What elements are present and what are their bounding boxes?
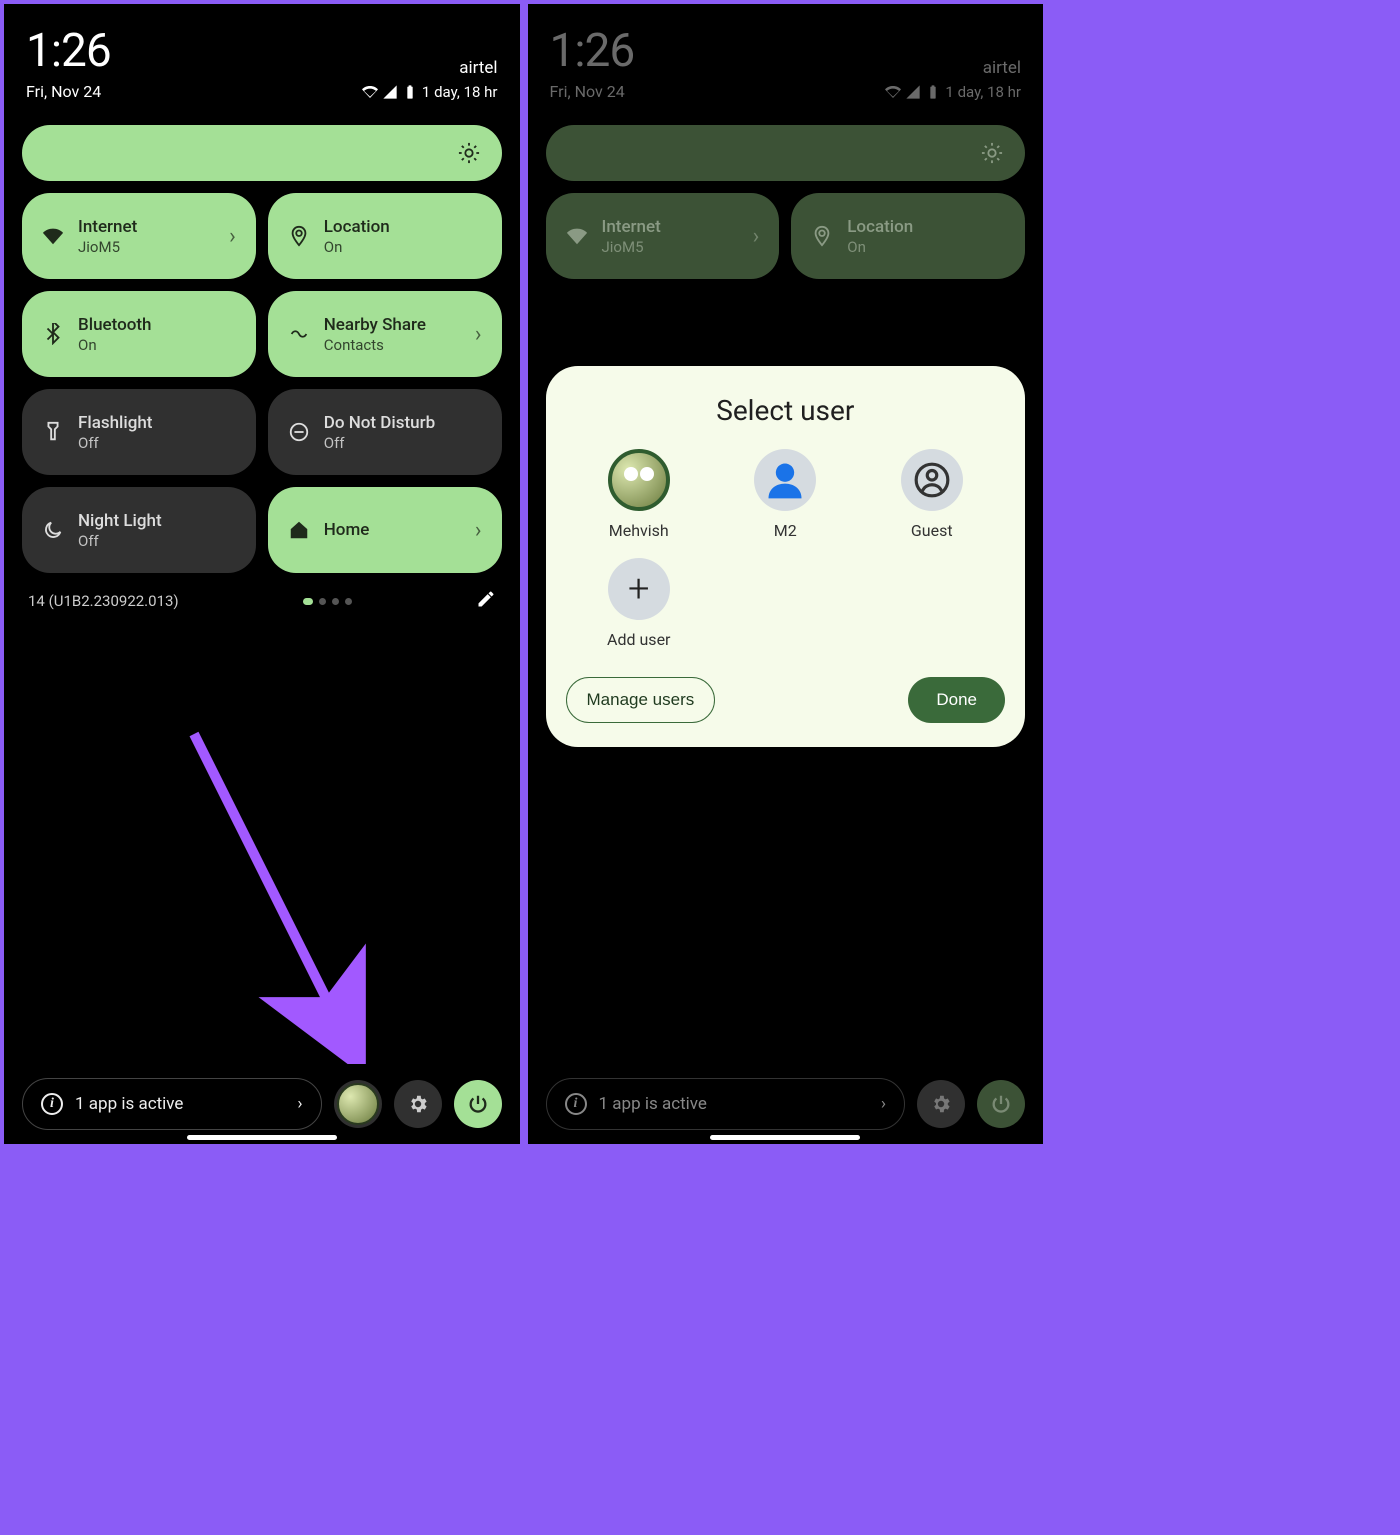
dialog-title: Select user	[566, 394, 1006, 427]
status-icons: 1 day, 18 hr	[885, 83, 1021, 101]
battery-icon	[402, 84, 418, 100]
power-button[interactable]	[454, 1080, 502, 1128]
status-icons: 1 day, 18 hr	[362, 83, 498, 101]
user-option-mehvish[interactable]: Mehvish	[566, 449, 711, 540]
plus-icon: +	[608, 558, 670, 620]
tile-internet[interactable]: InternetJioM5 ›	[22, 193, 256, 279]
battery-icon	[925, 84, 941, 100]
build-string: 14 (U1B2.230922.013)	[28, 592, 179, 610]
tile-dnd[interactable]: Do Not DisturbOff	[268, 389, 502, 475]
wifi-icon	[42, 225, 64, 247]
moon-icon	[42, 519, 64, 541]
gear-icon	[407, 1093, 429, 1115]
guest-icon	[901, 449, 963, 511]
select-user-dialog: Select user Mehvish M2 Guest + Add user …	[546, 366, 1026, 747]
wifi-icon	[362, 84, 378, 100]
page-indicator	[303, 598, 352, 605]
date-label: Fri, Nov 24	[26, 82, 101, 101]
brightness-icon	[981, 142, 1003, 164]
status-header: 1:26 airtel Fri, Nov 24 1 day, 18 hr	[546, 4, 1026, 109]
tile-nearby-share[interactable]: Nearby ShareContacts ›	[268, 291, 502, 377]
tile-bluetooth[interactable]: BluetoothOn	[22, 291, 256, 377]
gear-icon	[930, 1093, 952, 1115]
user-label: Guest	[911, 521, 953, 540]
tile-value: JioM5	[78, 238, 215, 256]
user-option-guest[interactable]: Guest	[859, 449, 1004, 540]
status-header: 1:26 airtel Fri, Nov 24 1 day, 18 hr	[22, 4, 502, 109]
active-apps-label: 1 app is active	[599, 1094, 869, 1114]
phone-screenshot-right: 1:26 airtel Fri, Nov 24 1 day, 18 hr Int…	[526, 2, 1046, 1146]
flashlight-icon	[42, 421, 64, 443]
brightness-slider	[546, 125, 1026, 181]
edit-tiles-button[interactable]	[476, 589, 496, 613]
info-icon: i	[565, 1093, 587, 1115]
tile-title: Internet	[78, 216, 215, 238]
power-button	[977, 1080, 1025, 1128]
signal-icon	[382, 84, 398, 100]
quick-settings-tiles: InternetJioM5 › LocationOn	[546, 193, 1026, 279]
qs-footer: i 1 app is active ›	[546, 1078, 1026, 1130]
user-switcher-button[interactable]	[334, 1080, 382, 1128]
user-label: Add user	[607, 630, 670, 649]
annotation-arrow	[184, 724, 384, 1064]
qs-footer: i 1 app is active ›	[22, 1078, 502, 1130]
bluetooth-icon	[42, 323, 64, 345]
phone-screenshot-left: 1:26 airtel Fri, Nov 24 1 day, 18 hr Int…	[2, 2, 522, 1146]
add-user-button[interactable]: + Add user	[566, 558, 711, 649]
brightness-icon	[458, 142, 480, 164]
home-icon	[288, 519, 310, 541]
chevron-right-icon: ›	[881, 1094, 886, 1114]
user-option-m2[interactable]: M2	[713, 449, 858, 540]
chevron-right-icon: ›	[475, 518, 482, 543]
wifi-icon	[566, 225, 588, 247]
brightness-slider[interactable]	[22, 125, 502, 181]
carrier-label: airtel	[983, 58, 1021, 78]
avatar-icon	[337, 1083, 379, 1125]
dnd-icon	[288, 421, 310, 443]
signal-icon	[905, 84, 921, 100]
chevron-right-icon: ›	[475, 322, 482, 347]
tile-internet: InternetJioM5 ›	[546, 193, 780, 279]
tile-location: LocationOn	[791, 193, 1025, 279]
active-apps-chip: i 1 app is active ›	[546, 1078, 906, 1130]
location-icon	[288, 225, 310, 247]
clock: 1:26	[550, 24, 635, 78]
avatar-icon	[608, 449, 670, 511]
tile-flashlight[interactable]: FlashlightOff	[22, 389, 256, 475]
tile-location[interactable]: LocationOn	[268, 193, 502, 279]
nav-handle[interactable]	[187, 1135, 337, 1140]
settings-button[interactable]	[394, 1080, 442, 1128]
avatar-icon	[754, 449, 816, 511]
location-icon	[811, 225, 833, 247]
quick-settings-tiles: InternetJioM5 › LocationOn BluetoothOn N…	[22, 193, 502, 573]
build-info-row: 14 (U1B2.230922.013)	[22, 573, 502, 613]
nearby-share-icon	[288, 323, 310, 345]
nav-handle[interactable]	[710, 1135, 860, 1140]
active-apps-chip[interactable]: i 1 app is active ›	[22, 1078, 322, 1130]
wifi-icon	[885, 84, 901, 100]
info-icon: i	[41, 1093, 63, 1115]
settings-button	[917, 1080, 965, 1128]
done-button[interactable]: Done	[908, 677, 1005, 723]
power-icon	[990, 1093, 1012, 1115]
manage-users-button[interactable]: Manage users	[566, 677, 716, 723]
tile-night-light[interactable]: Night LightOff	[22, 487, 256, 573]
user-grid: Mehvish M2 Guest + Add user	[566, 449, 1006, 667]
date-label: Fri, Nov 24	[550, 82, 625, 101]
clock: 1:26	[26, 24, 111, 78]
chevron-right-icon: ›	[297, 1094, 302, 1114]
user-label: Mehvish	[609, 521, 669, 540]
battery-text: 1 day, 18 hr	[422, 83, 498, 101]
battery-text: 1 day, 18 hr	[945, 83, 1021, 101]
active-apps-label: 1 app is active	[75, 1094, 285, 1114]
tile-home[interactable]: Home ›	[268, 487, 502, 573]
power-icon	[467, 1093, 489, 1115]
user-label: M2	[774, 521, 797, 540]
carrier-label: airtel	[459, 58, 497, 78]
chevron-right-icon: ›	[229, 224, 236, 249]
